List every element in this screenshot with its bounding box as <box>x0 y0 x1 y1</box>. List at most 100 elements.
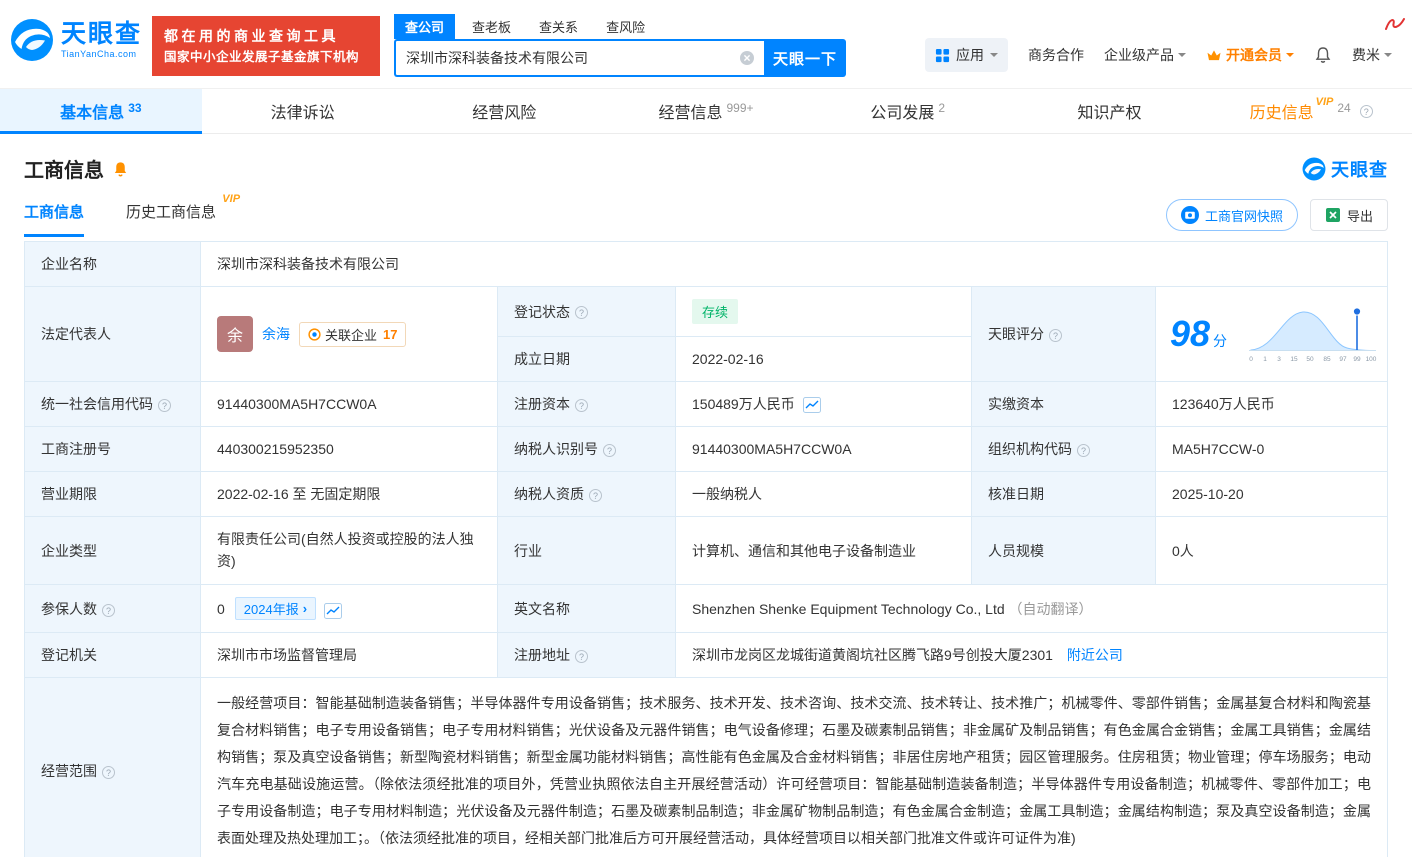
annual-report-link[interactable]: 2024年报 <box>235 597 316 620</box>
english-name-label: 英文名称 <box>498 585 676 633</box>
tianyancha-company-page: 天眼查 TianYanCha.com 都在用的商业查询工具 国家中小企业发展子基… <box>0 0 1412 857</box>
taxpayer-id-value: 91440300MA5H7CCW0A <box>676 427 972 472</box>
top-nav: 应用 商务合作 企业级产品 开通会员 费米 <box>925 38 1392 72</box>
help-icon[interactable] <box>102 766 115 779</box>
help-icon[interactable] <box>575 306 588 319</box>
help-icon[interactable] <box>575 399 588 412</box>
nearby-companies-link[interactable]: 附近公司 <box>1067 647 1123 663</box>
nav-business-cooperation[interactable]: 商务合作 <box>1028 45 1084 65</box>
tab-count: 24 <box>1337 101 1350 115</box>
nav-open-vip[interactable]: 开通会员 <box>1206 45 1294 65</box>
subtab-row: 工商信息 历史工商信息 VIP 工商官网快照 导出 <box>0 189 1412 239</box>
score-cell: 98 分 0 1 3 15 50 85 97 99 <box>1156 287 1388 382</box>
score-value: 98 <box>1170 313 1210 355</box>
svg-text:100: 100 <box>1366 356 1377 363</box>
nav-enterprise-products[interactable]: 企业级产品 <box>1104 45 1186 65</box>
search-tab-company[interactable]: 查公司 <box>394 14 455 39</box>
search-button[interactable]: 天眼一下 <box>764 39 846 77</box>
search-tab-boss[interactable]: 查老板 <box>461 14 522 39</box>
reg-status-label: 登记状态 <box>498 287 676 337</box>
credit-code-value: 91440300MA5H7CCW0A <box>201 382 498 427</box>
search-tabs: 查公司 查老板 查关系 查风险 <box>394 14 846 39</box>
search-tab-relation[interactable]: 查关系 <box>528 14 589 39</box>
tab-label: 知识产权 <box>1077 99 1141 123</box>
subtab-history-business-info[interactable]: 历史工商信息 VIP <box>126 201 216 237</box>
tab-count: 2 <box>938 101 945 115</box>
legal-rep-avatar[interactable]: 余 <box>217 316 253 352</box>
company-name-label: 企业名称 <box>25 242 201 287</box>
table-row: 法定代表人 余 余海 关联企业 17 登记状态 存续 天眼评分 <box>25 287 1388 337</box>
industry-label: 行业 <box>498 517 676 585</box>
tab-intellectual-property[interactable]: 知识产权 <box>1009 89 1211 133</box>
taxpayer-id-label: 纳税人识别号 <box>498 427 676 472</box>
tab-operating-risk[interactable]: 经营风险 <box>403 89 605 133</box>
tab-label: 历史信息 <box>1250 99 1314 123</box>
establish-date-label: 成立日期 <box>498 337 676 382</box>
search-box <box>394 39 764 77</box>
nav-user-menu[interactable]: 费米 <box>1352 45 1392 65</box>
section-title: 工商信息 <box>24 154 104 183</box>
trend-chart-icon[interactable] <box>324 603 342 619</box>
search-input[interactable] <box>396 41 764 75</box>
reg-capital-label: 注册资本 <box>498 382 676 427</box>
chevron-down-icon <box>1286 53 1294 61</box>
tab-company-development[interactable]: 公司发展 2 <box>807 89 1009 133</box>
business-scope-label: 经营范围 <box>25 678 201 857</box>
clear-search-icon[interactable] <box>739 50 755 66</box>
legal-rep-cell: 余 余海 关联企业 17 <box>201 287 498 382</box>
logo-brand-text: 天眼查 <box>61 21 142 49</box>
tab-legal-litigation[interactable]: 法律诉讼 <box>202 89 404 133</box>
reg-address-cell: 深圳市龙岗区龙城街道黄阁坑社区腾飞路9号创投大厦2301 附近公司 <box>676 633 1388 678</box>
paid-capital-label: 实缴资本 <box>972 382 1156 427</box>
search-tab-risk[interactable]: 查风险 <box>595 14 656 39</box>
trend-chart-icon[interactable] <box>803 397 821 413</box>
notification-bell-icon[interactable] <box>1314 46 1332 64</box>
english-name-cell: Shenzhen Shenke Equipment Technology Co.… <box>676 585 1388 633</box>
status-badge: 存续 <box>692 299 738 324</box>
related-companies-badge[interactable]: 关联企业 17 <box>299 322 406 347</box>
legal-rep-link[interactable]: 余海 <box>262 324 290 344</box>
tianyancha-logo[interactable]: 天眼查 TianYanCha.com <box>10 18 142 62</box>
establish-date-value: 2022-02-16 <box>676 337 972 382</box>
help-icon[interactable] <box>1360 105 1373 118</box>
nav-vip-label: 开通会员 <box>1226 45 1282 65</box>
monitor-bell-icon[interactable] <box>112 160 129 178</box>
help-icon[interactable] <box>603 444 616 457</box>
chevron-down-icon <box>1384 53 1392 61</box>
promo-banner: 都在用的商业查询工具 国家中小企业发展子基金旗下机构 <box>152 16 380 76</box>
help-icon[interactable] <box>102 604 115 617</box>
reg-address-value: 深圳市龙岗区龙城街道黄阁坑社区腾飞路9号创投大厦2301 <box>692 647 1053 663</box>
chevron-down-icon <box>1178 53 1186 61</box>
reg-authority-value: 深圳市市场监督管理局 <box>201 633 498 678</box>
reg-status-cell: 存续 <box>676 287 972 337</box>
help-icon[interactable] <box>575 650 588 663</box>
svg-text:97: 97 <box>1339 356 1347 363</box>
tab-basic-info[interactable]: 基本信息 33 <box>0 89 202 133</box>
help-icon[interactable] <box>158 399 171 412</box>
apps-menu[interactable]: 应用 <box>925 38 1008 72</box>
red-scribble-icon <box>1384 16 1406 32</box>
table-row: 经营范围 一般经营项目：智能基础制造装备销售；半导体器件专用设备销售；技术服务、… <box>25 678 1388 857</box>
apps-label: 应用 <box>956 45 984 65</box>
org-code-value: MA5H7CCW-0 <box>1156 427 1388 472</box>
auto-translate-note: （自动翻译） <box>1009 601 1093 617</box>
svg-text:99: 99 <box>1353 356 1361 363</box>
reg-address-label: 注册地址 <box>498 633 676 678</box>
tab-history-info[interactable]: 历史信息 VIP 24 <box>1210 89 1412 133</box>
export-label: 导出 <box>1347 206 1373 225</box>
table-row: 企业类型 有限责任公司(自然人投资或控股的法人独资) 行业 计算机、通信和其他电… <box>25 517 1388 585</box>
business-info-table: 企业名称 深圳市深科装备技术有限公司 法定代表人 余 余海 关联企业 17 <box>24 241 1388 857</box>
company-type-label: 企业类型 <box>25 517 201 585</box>
help-icon[interactable] <box>1049 329 1062 342</box>
tab-operating-info[interactable]: 经营信息 999+ <box>605 89 807 133</box>
company-type-value: 有限责任公司(自然人投资或控股的法人独资) <box>201 517 498 585</box>
help-icon[interactable] <box>1077 444 1090 457</box>
help-icon[interactable] <box>589 489 602 502</box>
reg-capital-value: 150489万人民币 <box>692 396 795 412</box>
export-button[interactable]: 导出 <box>1310 199 1388 231</box>
related-company-label: 关联企业 <box>325 325 377 344</box>
nav-enterprise-label: 企业级产品 <box>1104 45 1174 65</box>
subtab-business-info[interactable]: 工商信息 <box>24 201 84 237</box>
official-snapshot-button[interactable]: 工商官网快照 <box>1166 199 1298 231</box>
table-row: 营业期限 2022-02-16 至 无固定期限 纳税人资质 一般纳税人 核准日期… <box>25 472 1388 517</box>
